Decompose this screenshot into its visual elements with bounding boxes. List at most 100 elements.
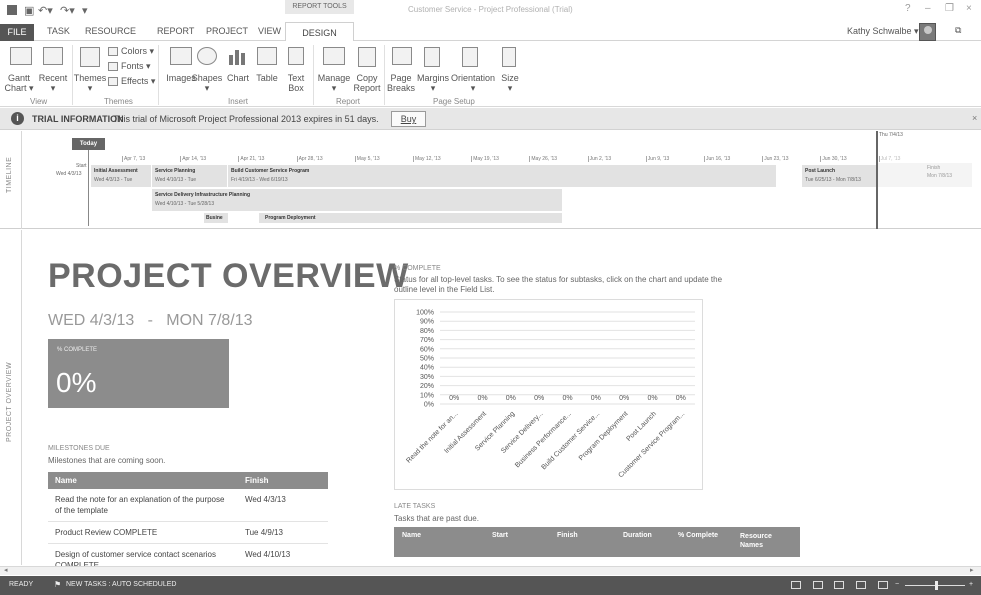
table-header-row: Name Finish xyxy=(48,472,328,489)
date-separator: - xyxy=(147,312,153,329)
ribbon-display-options-icon[interactable]: ⧉ xyxy=(955,25,961,36)
y-tick-label: 10% xyxy=(420,392,434,399)
project-app-icon xyxy=(7,5,17,15)
timeline-task-dates: Tue 6/25/13 - Mon 7/8/13 xyxy=(805,177,861,183)
tab-project[interactable]: PROJECT xyxy=(206,26,248,36)
percent-complete-chart[interactable]: 100% 90% 80% 70% 60% 50% 40% 30% 20% 10% 0% 0% Read … xyxy=(394,299,703,490)
timeline-task-bar[interactable]: Initial Assessment Wed 4/3/13 - Tue xyxy=(91,165,151,187)
data-label: 0% xyxy=(477,395,487,402)
scroll-left-icon[interactable]: ◂ xyxy=(4,566,8,574)
timeline-task-dates: Wed 4/10/13 - Tue xyxy=(155,177,197,183)
timeline-task-bar[interactable]: Service Planning Wed 4/10/13 - Tue xyxy=(152,165,227,187)
tab-file[interactable]: FILE xyxy=(0,24,34,41)
timeline-side-label: TIMELINE xyxy=(6,156,13,193)
fonts-button[interactable]: Fonts ▾ xyxy=(121,61,151,71)
save-icon[interactable]: ▣ xyxy=(24,4,34,17)
table-button[interactable]: Table xyxy=(252,73,282,83)
x-tick-label: Program Deployment xyxy=(578,410,630,462)
team-planner-icon[interactable] xyxy=(834,581,844,589)
margins-button[interactable]: Margins ▾ xyxy=(414,73,452,93)
table-row[interactable]: Read the note for an explanation of the … xyxy=(48,489,328,522)
gantt-chart-button[interactable]: Gantt Chart ▾ xyxy=(0,73,38,93)
horizontal-scrollbar[interactable]: ◂ ▸ xyxy=(0,566,981,575)
colors-button[interactable]: Colors ▾ xyxy=(121,46,154,56)
timeline-tick-label: Apr 28, '13 xyxy=(296,156,323,162)
timeline-task-name: Service Delivery Infrastructure Planning xyxy=(155,192,251,198)
x-tick-label: Read the note for an... xyxy=(405,410,459,464)
close-info-icon[interactable]: × xyxy=(972,113,977,123)
tab-report[interactable]: REPORT xyxy=(157,26,194,36)
timeline[interactable]: TIMELINE Today Start Wed 4/3/13 Apr 7, '… xyxy=(0,131,981,229)
copy-report-button[interactable]: Copy Report xyxy=(351,73,383,93)
tab-task[interactable]: TASK xyxy=(47,26,70,36)
restore-button[interactable]: ❐ xyxy=(945,3,954,14)
tab-view[interactable]: VIEW xyxy=(258,26,281,36)
timeline-task-bar[interactable]: Service Delivery Infrastructure Planning… xyxy=(152,189,562,211)
help-button[interactable]: ? xyxy=(905,3,911,14)
report-title[interactable]: PROJECT OVERVIEW xyxy=(48,257,409,296)
milestones-table[interactable]: Name Finish Read the note for an explana… xyxy=(48,472,328,577)
size-button[interactable]: Size ▾ xyxy=(498,73,522,93)
chart-button[interactable]: Chart xyxy=(224,73,252,83)
group-separator xyxy=(158,45,159,105)
page-breaks-button[interactable]: Page Breaks xyxy=(386,73,416,93)
user-name[interactable]: Kathy Schwalbe ▾ xyxy=(847,26,919,37)
user-avatar[interactable] xyxy=(919,23,936,41)
task-usage-icon[interactable] xyxy=(813,581,823,589)
zoom-slider-thumb[interactable] xyxy=(935,581,938,590)
new-tasks-mode[interactable]: NEW TASKS : AUTO SCHEDULED xyxy=(66,581,176,588)
buy-button[interactable]: Buy xyxy=(391,111,426,127)
y-tick-label: 60% xyxy=(420,346,434,353)
y-tick-label: 30% xyxy=(420,374,434,381)
customize-quick-access-icon[interactable]: ▾ xyxy=(82,4,88,17)
gantt-view-icon[interactable] xyxy=(791,581,801,589)
orientation-button[interactable]: Orientation ▾ xyxy=(448,73,498,93)
report-canvas[interactable]: PROJECT OVERVIEW PROJECT OVERVIEW WED 4/… xyxy=(0,230,981,577)
close-button[interactable]: × xyxy=(966,3,972,14)
data-label: 0% xyxy=(506,395,516,402)
late-tasks-table[interactable]: Name Start Finish Duration % Complete Re… xyxy=(394,527,800,557)
percent-complete-card[interactable]: % COMPLETE 0% xyxy=(48,339,229,408)
new-tasks-icon: ⚑ xyxy=(54,580,62,589)
percent-complete-value: 0% xyxy=(56,367,97,398)
tab-design[interactable]: DESIGN xyxy=(285,22,354,42)
minimize-button[interactable]: – xyxy=(925,3,931,14)
timeline-task-bar[interactable]: Program Deployment xyxy=(259,213,562,223)
timeline-task-bar[interactable]: Post Launch Tue 6/25/13 - Mon 7/8/13 xyxy=(802,165,876,187)
milestones-heading: MILESTONES DUE xyxy=(48,445,110,452)
recent-button[interactable]: Recent ▾ xyxy=(36,73,70,93)
scroll-right-icon[interactable]: ▸ xyxy=(970,566,974,574)
effects-button[interactable]: Effects ▾ xyxy=(121,76,155,86)
resource-sheet-icon[interactable] xyxy=(856,581,866,589)
milestone-name: Product Review COMPLETE xyxy=(48,521,238,544)
timeline-task-name: Build Customer Service Program xyxy=(231,168,310,174)
timeline-tick-label: Apr 7, '13 xyxy=(121,156,146,162)
timeline-tick-label: Jun 23, '13 xyxy=(762,156,789,162)
report-tools-label: REPORT TOOLS xyxy=(285,0,354,14)
tab-resource[interactable]: RESOURCE xyxy=(85,26,136,36)
timeline-task-name: Service Planning xyxy=(155,168,196,174)
group-label-page-setup: Page Setup xyxy=(433,97,475,106)
redo-icon[interactable]: ↷▾ xyxy=(60,4,75,17)
status-bar: READY ⚑ NEW TASKS : AUTO SCHEDULED − + xyxy=(0,576,981,595)
timeline-tick-label: Jun 9, '13 xyxy=(645,156,670,162)
report-view-icon[interactable] xyxy=(878,581,888,589)
zoom-out-icon[interactable]: − xyxy=(895,581,899,588)
timeline-tick-label: May 5, '13 xyxy=(354,156,380,162)
milestone-finish: Wed 4/3/13 xyxy=(238,489,328,522)
shapes-button[interactable]: Shapes ▾ xyxy=(190,73,224,93)
project-dates[interactable]: WED 4/3/13 - MON 7/8/13 xyxy=(48,312,253,330)
effects-icon xyxy=(108,77,118,86)
project-finish-date: MON 7/8/13 xyxy=(166,312,253,329)
timeline-task-name: Post Launch xyxy=(805,168,836,174)
timeline-tick-label: May 12, '13 xyxy=(413,156,441,162)
timeline-task-bar[interactable]: Build Customer Service Program Fri 4/19/… xyxy=(228,165,776,187)
manage-button[interactable]: Manage ▾ xyxy=(313,73,355,93)
text-box-button[interactable]: Text Box xyxy=(282,73,310,93)
undo-icon[interactable]: ↶▾ xyxy=(38,4,53,17)
themes-button[interactable]: Themes ▾ xyxy=(73,73,107,93)
timeline-task-bar[interactable]: Busine xyxy=(204,213,228,223)
zoom-in-icon[interactable]: + xyxy=(969,581,973,588)
data-label: 0% xyxy=(562,395,572,402)
table-row[interactable]: Product Review COMPLETE Tue 4/9/13 xyxy=(48,521,328,544)
